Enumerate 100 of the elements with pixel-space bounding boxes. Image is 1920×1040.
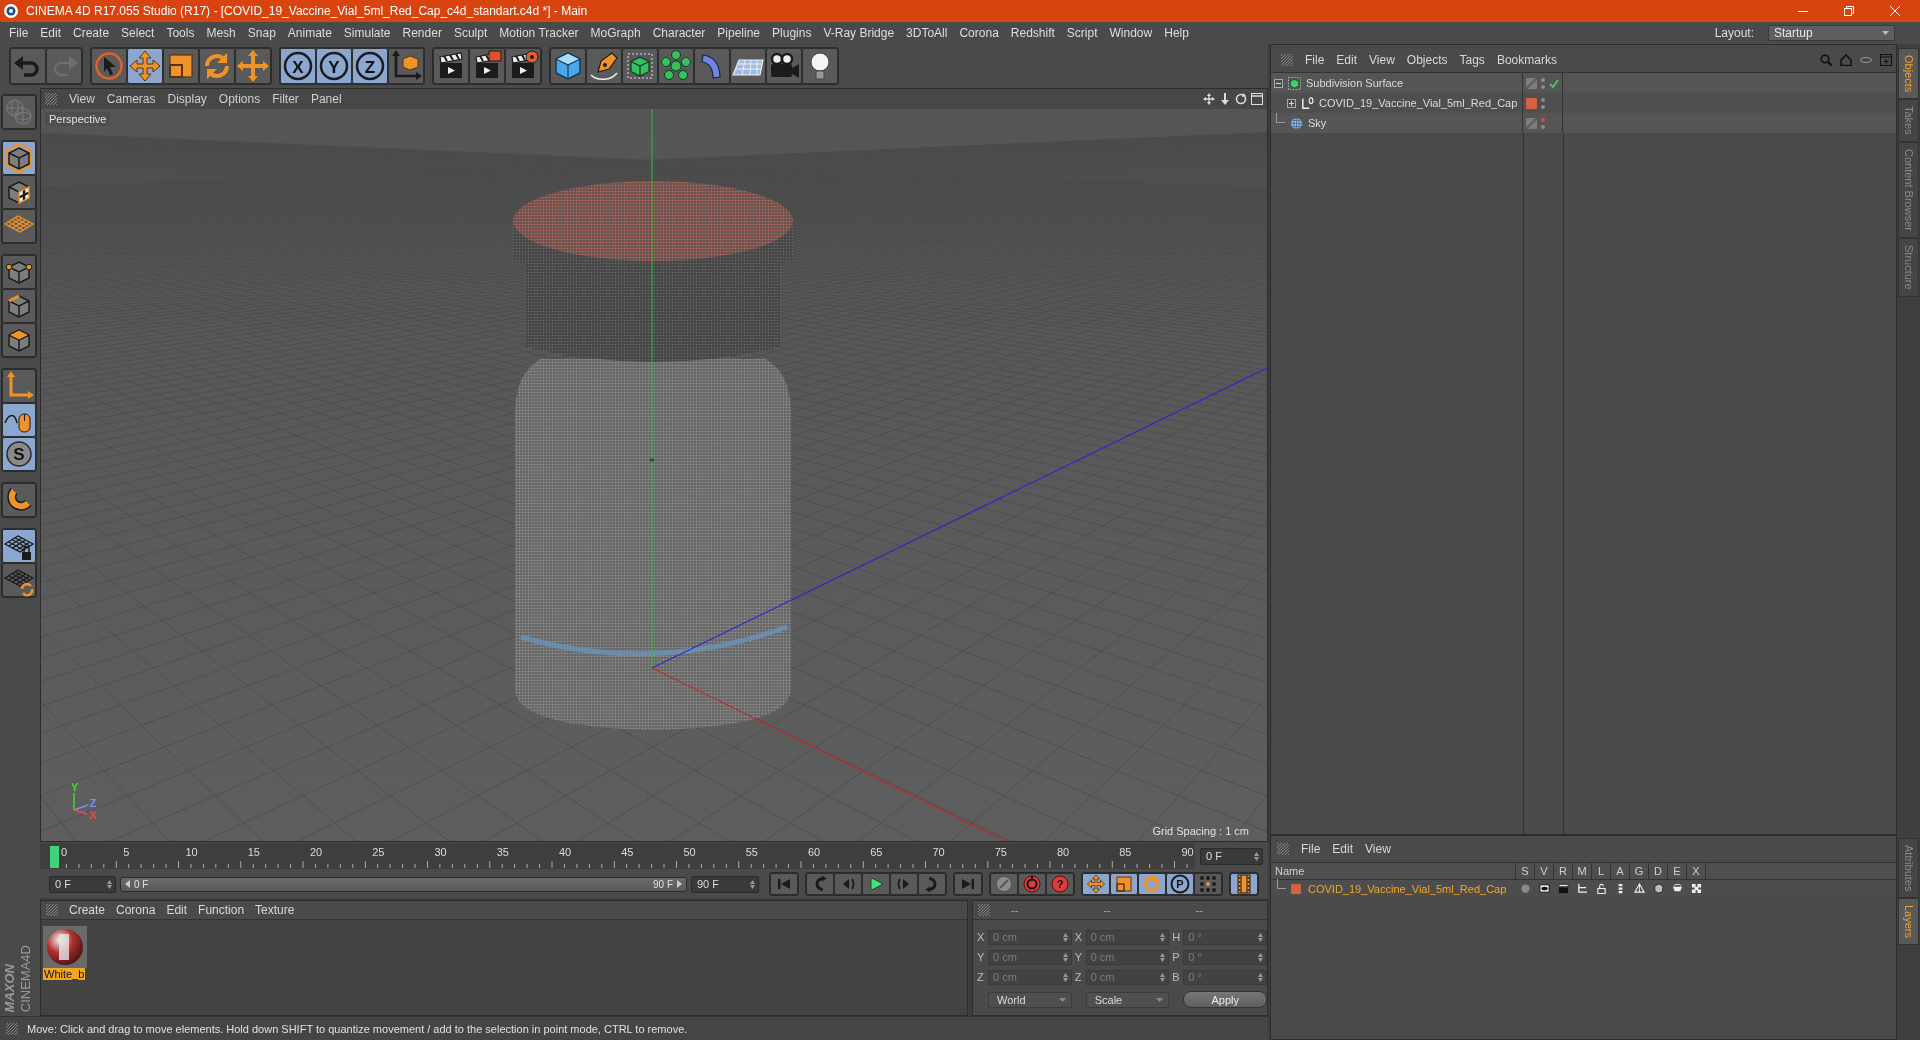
cursor-icon[interactable] bbox=[91, 48, 127, 84]
menu-item[interactable]: Select bbox=[121, 26, 155, 40]
tree-row[interactable]: COVID_19_Vaccine_Vial_5ml_Red_Cap bbox=[1271, 93, 1896, 113]
grip-icon[interactable] bbox=[6, 1022, 18, 1035]
axis-lock-button[interactable]: Y bbox=[316, 48, 352, 84]
menu-item[interactable]: Edit bbox=[1336, 52, 1358, 67]
tree-row[interactable]: Sky bbox=[1271, 113, 1896, 133]
clapperboard-picture-icon[interactable] bbox=[469, 48, 505, 84]
menu-item[interactable]: Corona bbox=[959, 26, 999, 40]
axis-lock-button[interactable]: Z bbox=[352, 48, 388, 84]
menu-item[interactable]: Objects bbox=[1406, 52, 1448, 67]
parameter-key-button[interactable]: P bbox=[1166, 873, 1194, 895]
menu-item[interactable]: Sculpt bbox=[453, 26, 488, 40]
menu-item[interactable]: Render bbox=[402, 26, 442, 40]
menu-item[interactable]: View bbox=[1365, 842, 1391, 856]
preview-range-control[interactable]: 0 F 90 F bbox=[120, 876, 687, 892]
column-header[interactable]: G bbox=[1630, 863, 1649, 879]
render-visibility-dot[interactable] bbox=[1541, 84, 1545, 89]
menu-item[interactable]: Pipeline bbox=[717, 26, 761, 40]
no-layer-swatch-icon[interactable] bbox=[1526, 117, 1537, 129]
grip-icon[interactable] bbox=[1281, 53, 1293, 66]
start-frame-field[interactable]: 0 F bbox=[49, 875, 116, 893]
column-header[interactable]: S bbox=[1516, 863, 1535, 879]
column-header[interactable]: M bbox=[1573, 863, 1592, 879]
checker-cube-icon[interactable] bbox=[2, 175, 36, 209]
move-icon[interactable] bbox=[127, 48, 163, 84]
menu-item[interactable]: Panel bbox=[310, 92, 342, 106]
layer-name[interactable]: COVID_19_Vaccine_Vial_5ml_Red_Cap bbox=[1308, 882, 1507, 895]
layer-color-swatch[interactable] bbox=[1291, 883, 1301, 894]
menu-item[interactable]: Redshift bbox=[1010, 26, 1055, 40]
floor-plane-icon[interactable] bbox=[730, 48, 766, 84]
deformer-icon[interactable] bbox=[1653, 883, 1664, 894]
end-frame-field[interactable]: 90 F bbox=[691, 875, 759, 893]
editor-visibility-dot[interactable] bbox=[1541, 97, 1545, 102]
dolly-arrow-icon[interactable] bbox=[1219, 93, 1231, 105]
grid-rotate-icon[interactable] bbox=[2, 563, 36, 597]
clapperboard-gear-icon[interactable] bbox=[505, 48, 541, 84]
menu-item[interactable]: Edit bbox=[166, 903, 188, 917]
menu-item[interactable]: Create bbox=[73, 26, 110, 40]
editor-visibility-dot[interactable] bbox=[1541, 117, 1545, 122]
grip-icon[interactable] bbox=[45, 93, 57, 105]
menu-item[interactable]: Filter bbox=[272, 92, 299, 106]
material-thumbnail[interactable] bbox=[43, 926, 87, 968]
menu-item[interactable]: Function bbox=[198, 903, 245, 917]
menu-item[interactable]: 3DToAll bbox=[906, 26, 948, 40]
left-handle-icon[interactable] bbox=[125, 880, 130, 888]
spinner-icon[interactable] bbox=[1254, 851, 1259, 861]
current-frame-field[interactable]: 0 F bbox=[1200, 847, 1263, 865]
pen-icon[interactable] bbox=[586, 48, 622, 84]
skip-start-icon[interactable] bbox=[770, 873, 798, 895]
restore-icon[interactable] bbox=[1844, 6, 1854, 16]
dot-grid-icon[interactable] bbox=[1194, 873, 1222, 895]
column-header[interactable]: E bbox=[1668, 863, 1687, 879]
menu-item[interactable]: Tools bbox=[166, 26, 195, 40]
object-name[interactable]: Sky bbox=[1308, 117, 1327, 129]
padlock-icon[interactable] bbox=[1596, 883, 1607, 894]
menu-item[interactable]: Mesh bbox=[206, 26, 236, 40]
menu-item[interactable]: Bookmarks bbox=[1496, 52, 1557, 67]
spinner-icon[interactable] bbox=[750, 879, 755, 889]
previous-key-icon[interactable] bbox=[806, 873, 834, 895]
editor-visibility-dot[interactable] bbox=[1541, 77, 1545, 82]
coordinate-system-icon[interactable] bbox=[388, 48, 424, 84]
clapperboard-icon[interactable] bbox=[433, 48, 469, 84]
hierarchy-icon[interactable] bbox=[1577, 883, 1588, 894]
grip-icon[interactable] bbox=[1277, 843, 1289, 855]
menu-item[interactable]: Motion Tracker bbox=[499, 26, 579, 40]
menu-item[interactable]: MoGraph bbox=[590, 26, 641, 40]
grip-icon[interactable] bbox=[978, 904, 990, 916]
menu-item[interactable]: File bbox=[1305, 52, 1325, 67]
next-key-icon[interactable] bbox=[918, 873, 946, 895]
axis-arrows-icon[interactable] bbox=[2, 369, 36, 403]
cube-edge-icon[interactable] bbox=[2, 289, 36, 323]
render-visibility-dot[interactable] bbox=[1541, 104, 1545, 109]
play-icon[interactable] bbox=[862, 873, 890, 895]
check-icon[interactable] bbox=[1549, 78, 1559, 88]
column-header[interactable]: Name bbox=[1271, 863, 1516, 879]
camera-icon[interactable] bbox=[766, 48, 802, 84]
cloner-icon[interactable] bbox=[658, 48, 694, 84]
collapse-icon[interactable] bbox=[1274, 78, 1283, 88]
menu-item[interactable]: Create bbox=[69, 903, 106, 917]
column-header[interactable]: D bbox=[1649, 863, 1668, 879]
menu-item[interactable]: Corona bbox=[116, 903, 156, 917]
menu-item[interactable]: Texture bbox=[255, 903, 295, 917]
expand-icon[interactable] bbox=[1287, 98, 1296, 108]
column-header[interactable]: L bbox=[1592, 863, 1611, 879]
grid-plane-icon[interactable] bbox=[2, 209, 36, 243]
axis-lock-button[interactable]: X bbox=[280, 48, 316, 84]
menu-item[interactable]: Help bbox=[1164, 26, 1189, 40]
material-name[interactable]: White_b bbox=[43, 968, 86, 980]
model-cube-icon[interactable] bbox=[2, 141, 36, 175]
tree-row[interactable]: Subdivision Surface bbox=[1271, 73, 1896, 93]
render-visibility-dot[interactable] bbox=[1541, 124, 1545, 129]
scale-icon[interactable] bbox=[163, 48, 199, 84]
menu-item[interactable]: Plugins bbox=[772, 26, 812, 40]
side-tab[interactable]: Objects bbox=[1898, 48, 1919, 100]
column-header[interactable]: A bbox=[1611, 863, 1630, 879]
object-name[interactable]: COVID_19_Vaccine_Vial_5ml_Red_Cap bbox=[1319, 97, 1518, 109]
grip-icon[interactable] bbox=[46, 904, 58, 916]
no-layer-swatch-icon[interactable] bbox=[1526, 77, 1537, 89]
object-name[interactable]: Subdivision Surface bbox=[1306, 77, 1404, 89]
